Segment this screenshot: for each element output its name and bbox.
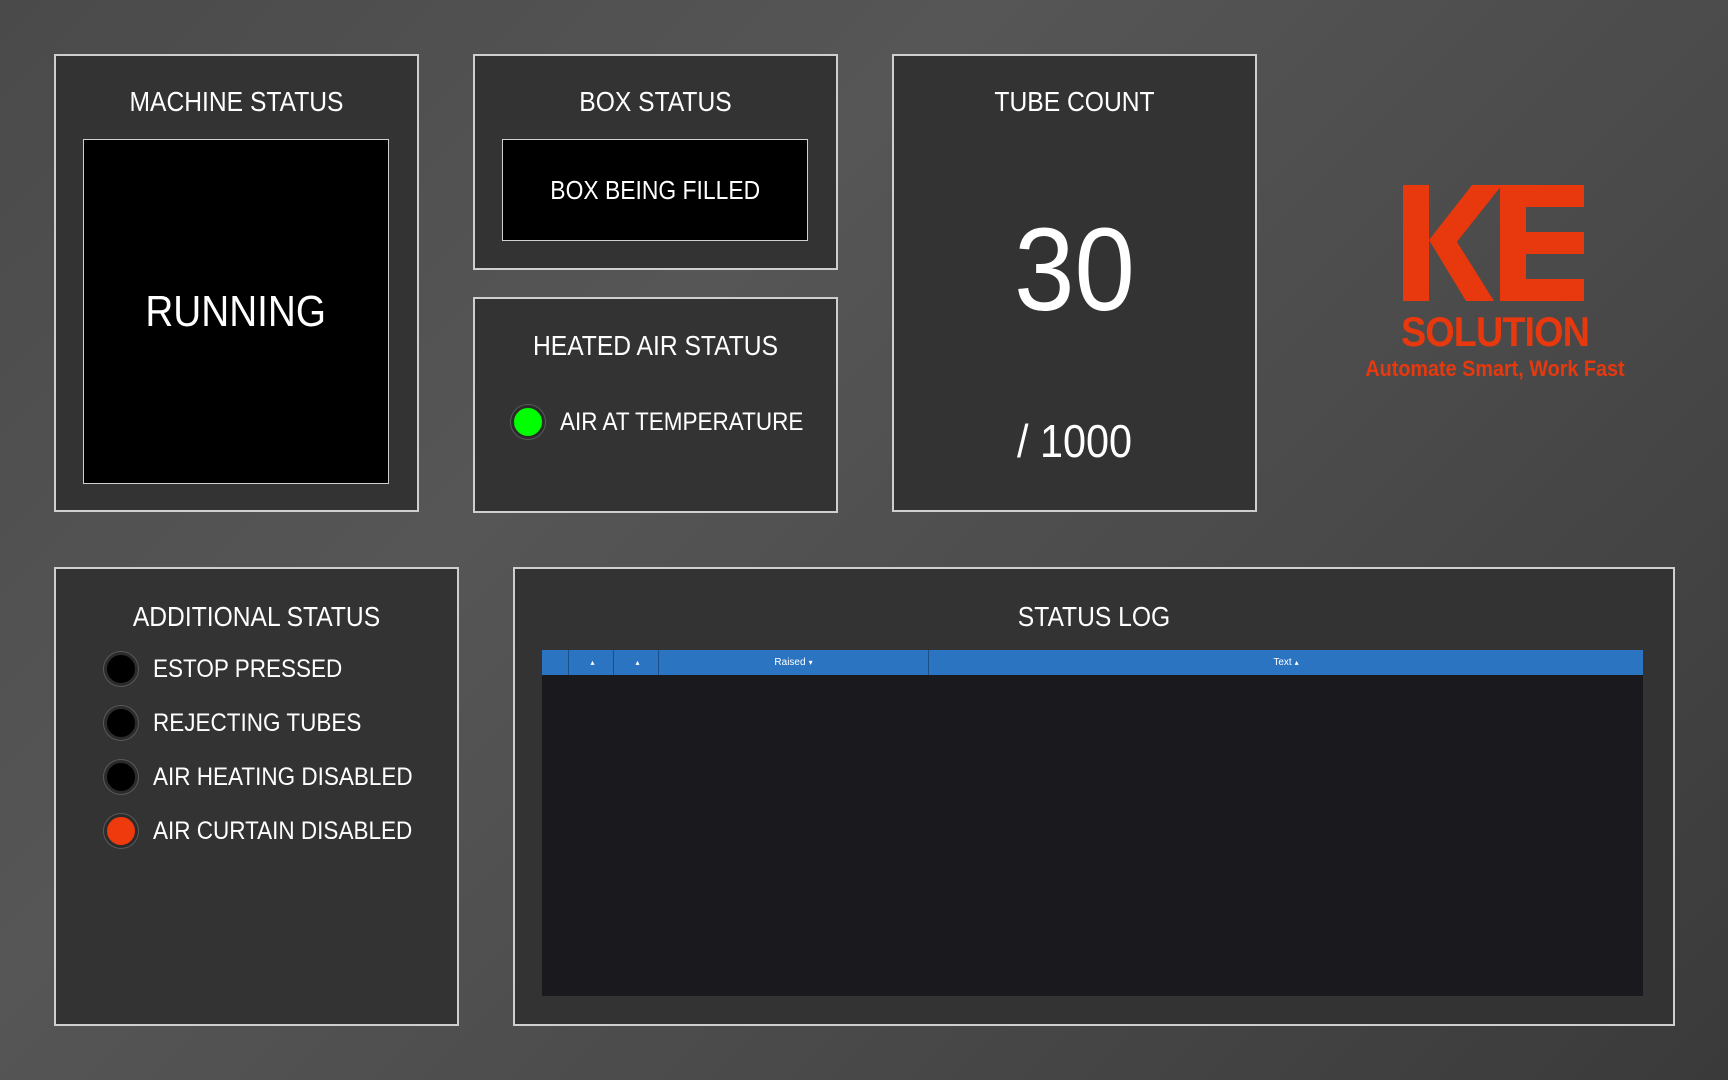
sort-desc-icon: ▾ <box>808 658 813 667</box>
logo-tagline: Automate Smart, Work Fast <box>1365 356 1625 381</box>
heated-air-title: HEATED AIR STATUS <box>532 330 779 361</box>
status-log-title: STATUS LOG <box>1017 601 1171 632</box>
sort-icon: ▴︎ <box>1294 658 1299 667</box>
machine-status-title: MACHINE STATUS <box>129 86 344 117</box>
status-item-air-heating-disabled: AIR HEATING DISABLED <box>104 760 442 794</box>
box-status-display: BOX BEING FILLED <box>502 139 808 241</box>
heated-air-label: AIR AT TEMPERATURE <box>560 407 804 436</box>
additional-status-title: ADDITIONAL STATUS <box>132 601 381 632</box>
sort-icon: ▴︎ <box>590 658 595 667</box>
status-log-header: ▴︎ ▴︎ Raised ▾ Text ▴︎ <box>542 650 1643 675</box>
status-item-label: REJECTING TUBES <box>153 708 362 737</box>
additional-status-panel: ADDITIONAL STATUS ESTOP PRESSED REJECTIN… <box>54 567 459 1026</box>
status-item-rejecting-tubes: REJECTING TUBES <box>104 706 385 740</box>
column-header-raised[interactable]: Raised ▾ <box>659 650 929 675</box>
heated-air-lamp-icon <box>511 405 545 439</box>
status-log-panel: STATUS LOG ▴︎ ▴︎ Raised ▾ Text ▴︎ <box>513 567 1675 1026</box>
status-log-body[interactable] <box>542 675 1643 996</box>
estop-lamp-icon <box>104 652 138 686</box>
status-item-label: ESTOP PRESSED <box>153 654 343 683</box>
tube-count-title: TUBE COUNT <box>994 86 1155 117</box>
heated-air-indicator: AIR AT TEMPERATURE <box>511 405 830 439</box>
column-header-sort-1[interactable]: ▴︎ <box>569 650 614 675</box>
heated-air-panel: HEATED AIR STATUS AIR AT TEMPERATURE <box>473 297 838 513</box>
machine-status-display: RUNNING <box>83 139 389 484</box>
ke-solution-logo: SOLUTION Automate Smart, Work Fast <box>1330 178 1660 388</box>
column-header-sort-2[interactable]: ▴︎ <box>614 650 659 675</box>
status-item-air-curtain-disabled: AIR CURTAIN DISABLED <box>104 814 441 848</box>
box-status-value: BOX BEING FILLED <box>550 174 760 205</box>
rejecting-lamp-icon <box>104 706 138 740</box>
machine-status-value: RUNNING <box>145 286 327 336</box>
tube-count-target: / 1000 <box>1016 415 1133 467</box>
air-heating-lamp-icon <box>104 760 138 794</box>
logo-company-name: SOLUTION <box>1400 308 1590 355</box>
air-curtain-lamp-icon <box>104 814 138 848</box>
box-status-title: BOX STATUS <box>579 86 732 117</box>
machine-status-panel: MACHINE STATUS RUNNING <box>54 54 419 512</box>
status-item-label: AIR CURTAIN DISABLED <box>153 816 413 845</box>
column-header-text[interactable]: Text ▴︎ <box>929 650 1643 675</box>
tube-count-value: 30 <box>1014 204 1135 336</box>
status-item-estop: ESTOP PRESSED <box>104 652 363 686</box>
ke-logo-mark-icon <box>1403 185 1584 301</box>
status-log-table[interactable]: ▴︎ ▴︎ Raised ▾ Text ▴︎ <box>542 650 1643 996</box>
box-status-panel: BOX STATUS BOX BEING FILLED <box>473 54 838 270</box>
tube-count-panel: TUBE COUNT 30 / 1000 <box>892 54 1257 512</box>
status-item-label: AIR HEATING DISABLED <box>153 762 413 791</box>
column-header-select[interactable] <box>542 650 569 675</box>
sort-icon: ▴︎ <box>635 658 640 667</box>
